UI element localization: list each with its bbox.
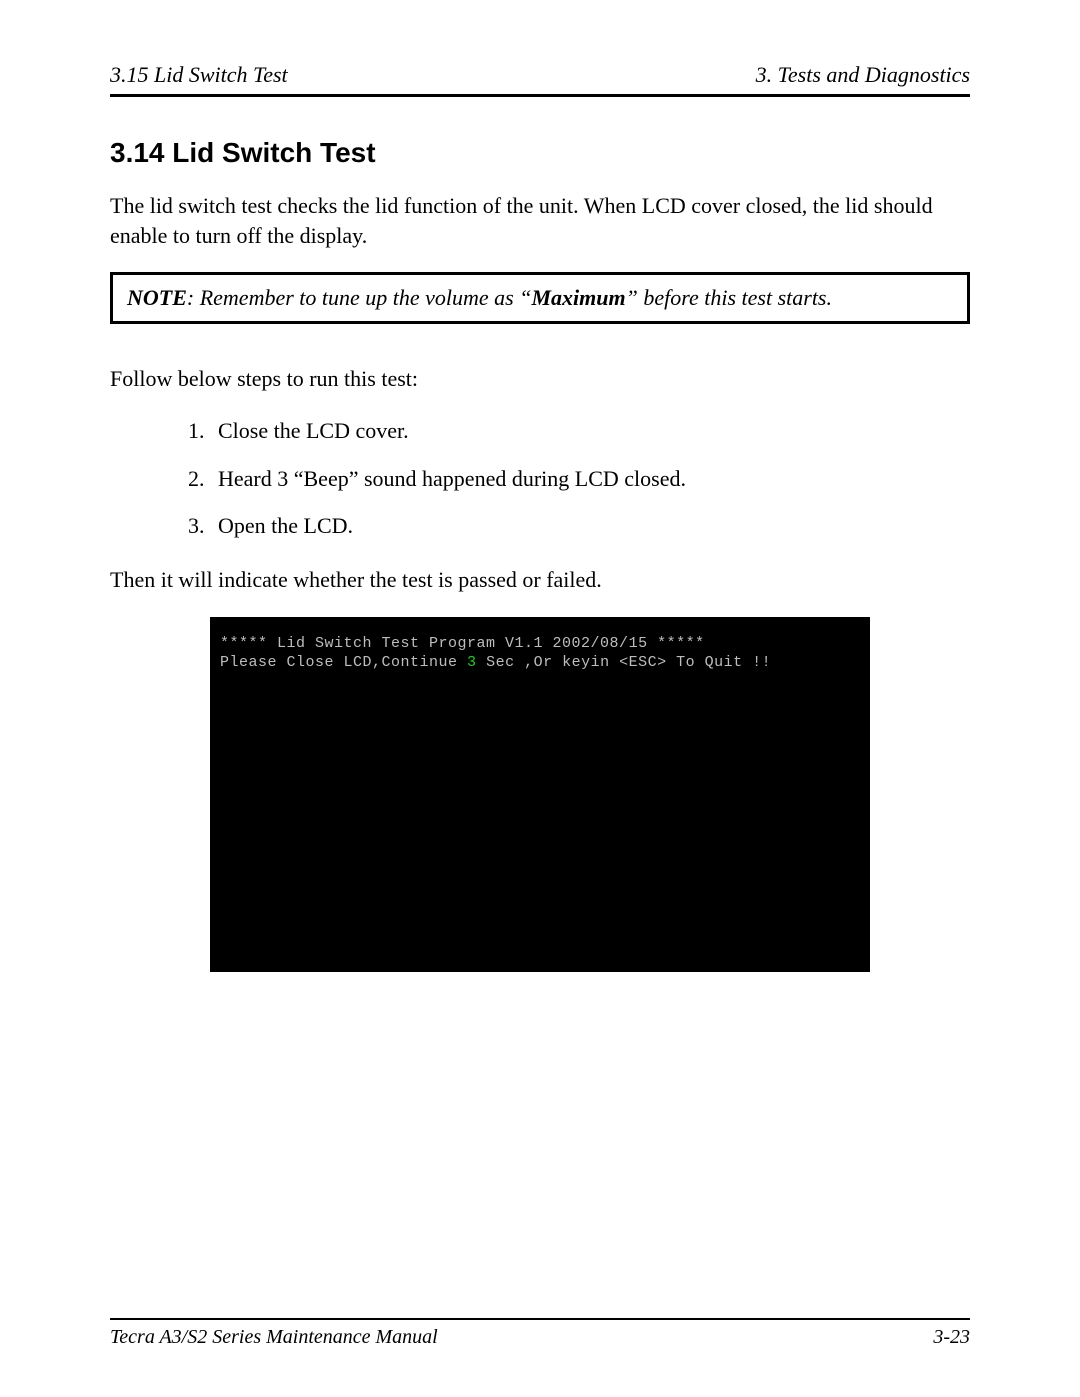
- header-rule: [110, 94, 970, 97]
- intro-paragraph: The lid switch test checks the lid funct…: [110, 191, 970, 250]
- terminal-countdown: 3: [467, 654, 477, 671]
- footer-right: 3-23: [933, 1326, 970, 1349]
- running-footer: Tecra A3/S2 Series Maintenance Manual 3-…: [110, 1318, 970, 1349]
- list-item: Open the LCD.: [210, 511, 970, 541]
- follow-steps-intro: Follow below steps to run this test:: [110, 364, 970, 394]
- note-bold-word: Maximum: [531, 285, 625, 310]
- header-left: 3.15 Lid Switch Test: [110, 62, 288, 88]
- list-item: Heard 3 “Beep” sound happened during LCD…: [210, 464, 970, 494]
- footer-rule: [110, 1318, 970, 1320]
- document-page: 3.15 Lid Switch Test 3. Tests and Diagno…: [0, 0, 1080, 1397]
- section-heading: 3.14 Lid Switch Test: [110, 137, 970, 169]
- terminal-line-2: Please Close LCD,Continue 3 Sec ,Or keyi…: [220, 654, 860, 673]
- list-item: Close the LCD cover.: [210, 416, 970, 446]
- steps-list: Close the LCD cover. Heard 3 “Beep” soun…: [110, 416, 970, 541]
- terminal-text: Sec ,Or keyin <ESC> To Quit !!: [477, 654, 772, 671]
- note-text-after: ” before this test starts.: [626, 285, 832, 310]
- running-header: 3.15 Lid Switch Test 3. Tests and Diagno…: [110, 62, 970, 94]
- note-label: NOTE: [127, 285, 187, 310]
- terminal-screenshot: ***** Lid Switch Test Program V1.1 2002/…: [210, 617, 870, 972]
- header-right: 3. Tests and Diagnostics: [756, 62, 970, 88]
- terminal-line-1: ***** Lid Switch Test Program V1.1 2002/…: [220, 635, 860, 654]
- result-line: Then it will indicate whether the test i…: [110, 565, 970, 595]
- note-box: NOTE: Remember to tune up the volume as …: [110, 272, 970, 324]
- footer-left: Tecra A3/S2 Series Maintenance Manual: [110, 1326, 438, 1349]
- note-text-before: : Remember to tune up the volume as “: [187, 285, 532, 310]
- terminal-text: Please Close LCD,Continue: [220, 654, 467, 671]
